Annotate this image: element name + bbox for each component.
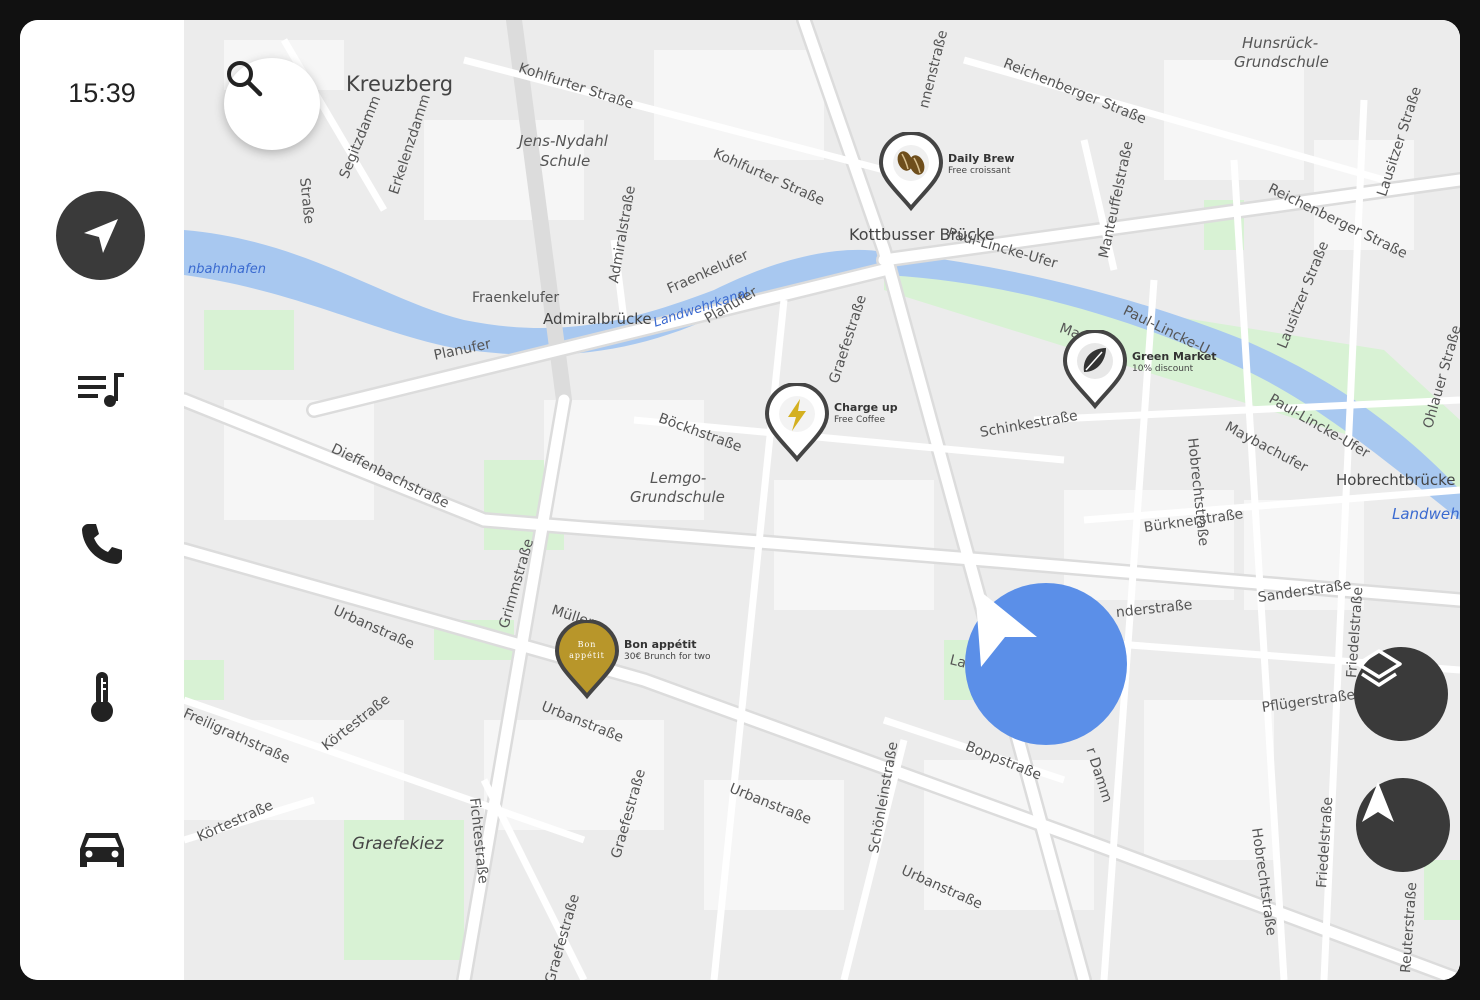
place-label: Lemgo- (650, 469, 707, 487)
climate-button[interactable] (72, 667, 132, 727)
neighborhood-label: Graefekiez (352, 834, 444, 854)
poi-subtitle: 10% discount (1132, 364, 1194, 374)
logo-text: Bon (577, 640, 597, 649)
thermometer-icon (91, 672, 113, 722)
bridge-label: Hobrechtbrücke (1336, 471, 1456, 489)
poi-subtitle: Free Coffee (834, 415, 886, 425)
vehicle-button[interactable] (72, 820, 132, 880)
coffee-beans-icon (878, 132, 944, 212)
car-icon (80, 833, 124, 867)
recenter-button[interactable] (1356, 778, 1450, 872)
search-icon (227, 61, 263, 97)
street-label: Fraenkelufer (472, 290, 560, 306)
logo-text: appétit (569, 651, 605, 660)
app-window: 15:39 Kreuzberg Graefekiez Jens-Nydahl S… (20, 20, 1460, 980)
north-arrow-icon (1362, 782, 1394, 822)
leaf-icon (1062, 330, 1128, 410)
poi-title: Green Market (1132, 350, 1217, 363)
lightning-icon (764, 383, 830, 463)
current-location-marker (965, 583, 1127, 745)
navigation-button[interactable] (56, 191, 145, 280)
district-label: Kreuzberg (346, 72, 454, 96)
playlist-button[interactable] (72, 360, 132, 420)
place-label: Jens-Nydahl (519, 132, 608, 150)
poi-subtitle: 30€ Brunch for two (624, 652, 711, 662)
poi-title: Bon appétit (624, 638, 697, 651)
poi-subtitle: Free croissant (948, 166, 1011, 176)
phone-icon (82, 524, 122, 564)
playlist-icon (78, 373, 124, 407)
map-view[interactable]: Kreuzberg Graefekiez Jens-Nydahl Schule … (184, 20, 1460, 980)
poi-title: Daily Brew (948, 152, 1015, 165)
bridge-label: Admiralbrücke (543, 310, 652, 328)
place-label: Schule (540, 152, 591, 170)
phone-button[interactable] (72, 514, 132, 574)
navigation-arrow-icon (83, 218, 118, 253)
location-arrow-icon (975, 587, 1037, 667)
sidebar: 15:39 (20, 20, 184, 980)
search-button[interactable] (224, 58, 320, 150)
waterway-label: Landwehr (1392, 505, 1460, 523)
place-label: Grundschule (630, 488, 725, 506)
place-label: Grundschule (1234, 53, 1329, 71)
clock: 15:39 (68, 78, 136, 108)
poi-title: Charge up (834, 401, 898, 414)
place-label: Hunsrück- (1242, 34, 1319, 52)
layers-icon (1356, 649, 1402, 687)
layers-button[interactable] (1354, 647, 1448, 741)
waterway-label: nbahnhafen (188, 262, 266, 277)
